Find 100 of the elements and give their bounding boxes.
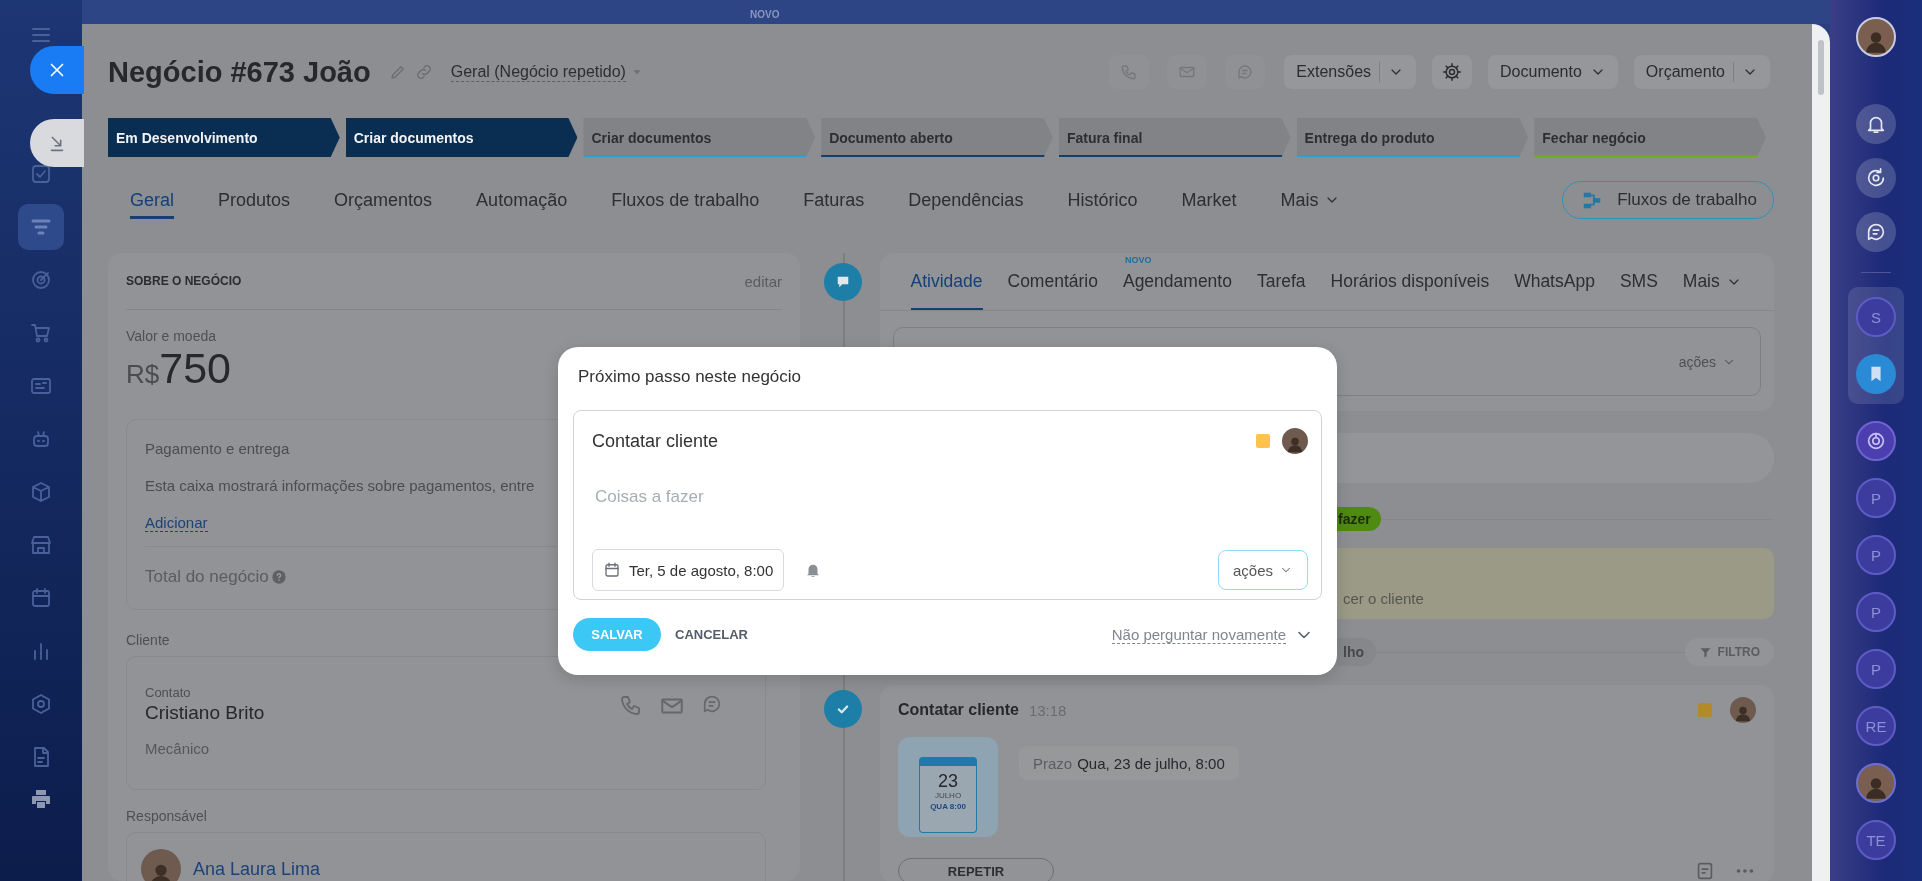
sync-icon[interactable] bbox=[1856, 158, 1896, 198]
tab[interactable]: Geral bbox=[130, 181, 174, 219]
pipeline-stage[interactable]: Criar documentos bbox=[583, 118, 816, 157]
check-icon bbox=[824, 690, 862, 728]
avatar[interactable] bbox=[1282, 428, 1308, 454]
field-label: Cliente bbox=[126, 632, 170, 648]
settings-icon[interactable] bbox=[1442, 62, 1463, 82]
pipeline-stage[interactable]: Fechar negócio bbox=[1534, 118, 1767, 157]
close-button[interactable] bbox=[30, 46, 84, 94]
scrollbar-thumb[interactable] bbox=[1818, 40, 1824, 95]
tab[interactable]: Dependências bbox=[908, 181, 1024, 219]
box-description: Esta caixa mostrará informações sobre pagamentos, entre bbox=[145, 477, 535, 494]
actions-dropdown[interactable]: ações bbox=[1678, 353, 1736, 370]
tab[interactable]: Fluxos de trabalho bbox=[611, 181, 760, 219]
contact-avatar[interactable]: P bbox=[1856, 535, 1896, 575]
total-label: Total do negócio bbox=[145, 567, 269, 587]
pencil-icon[interactable] bbox=[388, 63, 407, 81]
pipeline-stage[interactable]: Fatura final bbox=[1058, 118, 1291, 157]
section-heading: SOBRE O NEGÓCIO bbox=[126, 274, 242, 288]
settings-button[interactable] bbox=[1432, 55, 1473, 89]
contact-avatar[interactable]: P bbox=[1856, 478, 1896, 518]
filter-icon[interactable] bbox=[1698, 645, 1712, 659]
tab[interactable]: Produtos bbox=[218, 181, 291, 219]
deadline-value[interactable]: Qua, 23 de julho, 8:00 bbox=[1077, 754, 1225, 772]
dropdown-button[interactable]: Documento bbox=[1488, 55, 1618, 89]
deal-title: Negócio #673 João bbox=[108, 55, 371, 89]
period-pill[interactable]: lho bbox=[1337, 638, 1376, 666]
tab[interactable]: Atividade bbox=[910, 253, 983, 310]
category-selector[interactable]: Geral (Negócio repetido) bbox=[450, 62, 626, 82]
month-label: JULHO bbox=[934, 791, 962, 800]
date-button[interactable]: Ter, 5 de agosto, 8:00 bbox=[592, 549, 785, 591]
field-label: Valor e moeda bbox=[126, 328, 216, 344]
checkbox-icon[interactable] bbox=[29, 162, 53, 186]
tab[interactable]: Comentário bbox=[1007, 253, 1098, 310]
bookmark-icon[interactable] bbox=[1856, 354, 1896, 394]
dialog-title: Próximo passo neste negócio bbox=[577, 366, 803, 388]
deadline-label: Prazo bbox=[1033, 754, 1073, 772]
tab[interactable]: Mais bbox=[1682, 253, 1742, 310]
edit-link[interactable]: editar bbox=[744, 272, 782, 290]
hexagon-icon[interactable] bbox=[29, 692, 53, 716]
contact-role: Contato bbox=[145, 685, 192, 700]
target-icon[interactable] bbox=[29, 268, 53, 292]
weekday-time: QUA 8:00 bbox=[930, 802, 966, 811]
deal-amount: 750 bbox=[159, 344, 231, 393]
phone-icon[interactable] bbox=[619, 693, 643, 717]
tab[interactable]: Mais bbox=[1280, 181, 1341, 219]
avatar bbox=[141, 849, 181, 881]
new-label: NOVO bbox=[750, 9, 780, 20]
tab[interactable]: Automação bbox=[476, 181, 568, 219]
help-icon[interactable] bbox=[270, 569, 287, 585]
tab[interactable]: Horários disponíveis bbox=[1330, 253, 1490, 310]
scrollbar[interactable] bbox=[1812, 24, 1830, 881]
split-button[interactable]: Orçamento bbox=[1633, 55, 1770, 89]
calendar-icon[interactable] bbox=[29, 586, 53, 610]
currency-symbol: R$ bbox=[126, 359, 160, 390]
chat-icon[interactable] bbox=[1856, 212, 1896, 252]
contact-name[interactable]: Cristiano Brito bbox=[145, 702, 619, 724]
comment-icon bbox=[824, 263, 862, 301]
activity-title[interactable]: Contatar cliente bbox=[898, 701, 1019, 719]
store-icon[interactable] bbox=[29, 533, 53, 557]
dont-ask-link[interactable]: Não perguntar novamente bbox=[1111, 625, 1286, 644]
link-icon[interactable] bbox=[414, 63, 433, 81]
contact-avatar[interactable]: P bbox=[1856, 592, 1896, 632]
contact-position: Mecânico bbox=[145, 740, 211, 757]
avatar[interactable] bbox=[1856, 17, 1896, 57]
spiral-icon[interactable] bbox=[1856, 421, 1896, 461]
tab[interactable]: Faturas bbox=[803, 181, 865, 219]
responsible-name[interactable]: Ana Laura Lima bbox=[193, 858, 321, 880]
filter-button[interactable]: FILTRO bbox=[1684, 638, 1774, 666]
split-button[interactable]: Extensões bbox=[1284, 55, 1417, 89]
box-icon[interactable] bbox=[29, 480, 53, 504]
contact-avatar[interactable]: P bbox=[1856, 649, 1896, 689]
tab[interactable]: Tarefa bbox=[1256, 253, 1306, 310]
contact-avatar[interactable]: TE bbox=[1856, 820, 1896, 860]
calendar-icon[interactable] bbox=[603, 561, 621, 579]
contact-avatar[interactable]: RE bbox=[1856, 706, 1896, 746]
contact-avatar[interactable]: S bbox=[1856, 297, 1896, 337]
cart-icon[interactable] bbox=[29, 321, 53, 345]
new-label: NOVO bbox=[1124, 255, 1152, 265]
printer-icon[interactable] bbox=[29, 787, 53, 811]
pipeline-stage[interactable]: Em Desenvolvimento bbox=[108, 118, 340, 157]
tab[interactable]: WhatsApp bbox=[1514, 253, 1595, 310]
tab[interactable]: Histórico bbox=[1067, 181, 1138, 219]
color-marker bbox=[1698, 703, 1712, 717]
tab[interactable]: Market bbox=[1181, 181, 1237, 219]
pipeline-stage[interactable]: Criar documentos bbox=[345, 118, 578, 157]
pipeline-stage[interactable]: Entrega do produto bbox=[1296, 118, 1529, 157]
day-number: 23 bbox=[938, 771, 958, 791]
note-text: cer o cliente bbox=[1343, 590, 1424, 607]
pipeline-stage[interactable]: Documento aberto bbox=[821, 118, 1053, 157]
tab[interactable]: NOVO Agendamento bbox=[1122, 253, 1232, 310]
cancel-button[interactable]: CANCELAR bbox=[669, 626, 754, 643]
tab[interactable]: Orçamentos bbox=[334, 181, 433, 219]
bell-icon[interactable] bbox=[1856, 104, 1896, 144]
color-marker[interactable] bbox=[1256, 434, 1270, 448]
add-link[interactable]: Adicionar bbox=[145, 514, 208, 532]
box-title: Pagamento e entrega bbox=[145, 440, 290, 457]
actions-dropdown[interactable]: ações bbox=[1217, 550, 1308, 590]
tab[interactable]: SMS bbox=[1619, 253, 1658, 310]
minimize-button[interactable] bbox=[30, 119, 84, 167]
